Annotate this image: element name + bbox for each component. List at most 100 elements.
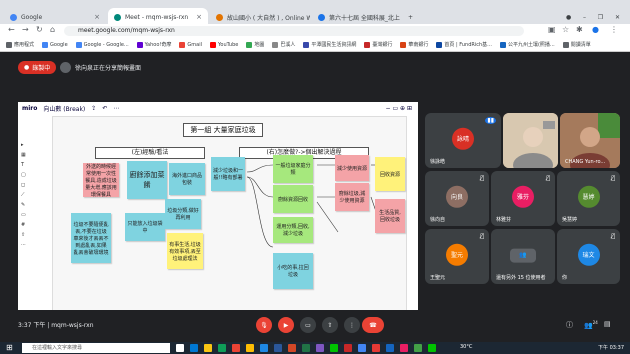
forward-icon[interactable]: → <box>22 25 29 34</box>
line-icon[interactable] <box>330 344 338 352</box>
windows-start-icon[interactable]: ⊞ <box>6 343 13 352</box>
pen-icon[interactable]: ✎ <box>21 202 29 208</box>
close-window-icon[interactable]: ✕ <box>615 14 620 21</box>
extension-icon[interactable]: ✱ <box>576 25 583 34</box>
participant-tile[interactable]: 詠晴 ▮▮ 徐詠皓 <box>425 113 501 168</box>
sticky-note[interactable]: 減少垃圾和一般!!略有部署 <box>211 157 245 191</box>
sticky-note[interactable]: 廚餘資源回收 <box>273 185 313 213</box>
app-icon[interactable] <box>344 344 352 352</box>
leave-call-button[interactable]: ☎ <box>362 317 384 333</box>
zoom-controls[interactable]: − ▭ ⊕ ⊞ <box>386 105 412 112</box>
participant-video[interactable]: CHANG Yun-ro... <box>560 113 620 168</box>
undo-icon[interactable]: ↶ <box>102 105 107 112</box>
url-field[interactable]: meet.google.com/mqm-wsjs-rxn <box>64 26 524 36</box>
clock[interactable]: 下午 03:37 <box>598 344 624 351</box>
bookmark-item[interactable]: 公平九州土壤(照播... <box>499 41 555 48</box>
minimize-icon[interactable]: – <box>583 14 586 21</box>
bookmark-item[interactable]: 臺灣銀行 <box>364 41 392 48</box>
people-icon[interactable]: 👥24 <box>584 320 598 329</box>
app-icon[interactable] <box>372 344 380 352</box>
upload-icon[interactable]: ⇪ <box>91 105 96 112</box>
app-icon[interactable] <box>232 344 240 352</box>
more-options-button[interactable]: ⋮ <box>344 317 360 333</box>
more-icon[interactable]: ⋯ <box>21 242 29 248</box>
participant-tile[interactable]: 向良 🎙̸ 徐向自 <box>425 171 489 226</box>
bookmark-item[interactable]: Yahoo!奇摩 <box>136 41 171 48</box>
sticky-note[interactable]: 運用分類,回收,減少垃圾 <box>273 217 313 243</box>
close-icon[interactable]: × <box>94 13 100 21</box>
participant-tile[interactable]: 雅芬 🎙̸ 林雅芬 <box>491 171 555 226</box>
more-participants-tile[interactable]: 👥 還有另外 15 位使用者 <box>491 229 555 284</box>
task-view-icon[interactable] <box>176 344 184 352</box>
app-icon[interactable] <box>386 344 394 352</box>
bookmark-item[interactable]: 平潭國民生活資訊網 <box>303 41 356 48</box>
app-icon[interactable] <box>218 344 226 352</box>
home-icon[interactable]: ⌂ <box>50 25 55 34</box>
taskbar-search[interactable]: 在這裡輸入文字來搜尋 <box>22 343 170 353</box>
board-name[interactable]: 向山數 (Break) <box>43 104 85 113</box>
present-button[interactable]: ⇧ <box>322 317 338 333</box>
sticky-note[interactable]: 垃圾分類,做好再利用 <box>165 199 201 229</box>
chrome-icon[interactable] <box>358 344 366 352</box>
bookmark-item[interactable]: Google <box>42 41 68 48</box>
sticky-note[interactable]: 小吃的事,拉回垃圾 <box>273 253 313 289</box>
restore-icon[interactable]: ❐ <box>598 14 603 21</box>
participant-video[interactable] <box>503 113 558 168</box>
explorer-icon[interactable] <box>204 344 212 352</box>
close-icon[interactable]: × <box>196 13 202 21</box>
info-icon[interactable]: ⓘ <box>566 320 573 330</box>
weather[interactable]: 30°C <box>460 344 472 350</box>
line-icon[interactable] <box>428 344 436 352</box>
board-title[interactable]: 第一組 大量家庭垃圾 <box>183 123 263 137</box>
select-icon[interactable]: ▸ <box>21 142 29 148</box>
more-icon[interactable]: ⋯ <box>113 105 119 112</box>
avatar[interactable]: ● <box>592 25 599 34</box>
sticky-note[interactable]: 海外進口商品包裝 <box>169 163 205 195</box>
bookmark-item[interactable]: 地圖 <box>246 41 264 48</box>
bookmark-item[interactable]: 華南銀行 <box>400 41 428 48</box>
upload-icon[interactable]: ⇧ <box>21 232 29 238</box>
sticky-note[interactable]: 生活品質,回收垃圾 <box>375 199 405 233</box>
menu-icon[interactable]: ⋮ <box>610 25 618 34</box>
bookmark-item[interactable]: YouTube <box>210 41 238 48</box>
sticky-note[interactable]: 垃圾不要隨便亂丟,不要在垃圾車來後才丟丟不到處亂丟,如果亂丟會破壞環境 <box>71 213 111 263</box>
bookmark-item[interactable]: 首頁 | FundRich基... <box>436 41 492 48</box>
chrome-icon[interactable] <box>246 344 254 352</box>
grid-icon[interactable]: ▦ <box>21 152 29 158</box>
app-icon[interactable] <box>400 344 408 352</box>
sticky-note[interactable]: 回收資源 <box>375 157 405 191</box>
reload-icon[interactable]: ↻ <box>36 25 43 34</box>
shape-icon[interactable]: ◻ <box>21 182 29 188</box>
bookmark-item[interactable]: 巴溪人 <box>272 41 295 48</box>
star-icon[interactable]: ☆ <box>562 25 569 34</box>
sticky-note[interactable]: 外送的時候經常使用一次性餐具,造成垃圾量大增,應該用環保餐具 <box>83 163 119 198</box>
camera-toggle-button[interactable]: ▶ <box>278 317 294 333</box>
bookmark-item[interactable]: 應用程式 <box>6 41 34 48</box>
excel-icon[interactable] <box>302 344 310 352</box>
mic-toggle-button[interactable]: 🎙 <box>256 317 272 333</box>
sticky-icon[interactable]: ▢ <box>21 172 29 178</box>
edge-icon[interactable] <box>190 344 198 352</box>
recording-badge[interactable]: ● 錄製中 <box>18 61 57 74</box>
bookmark-item[interactable]: 閱讀清單 <box>562 41 591 48</box>
sticky-note[interactable]: 一般垃圾家庭分類 <box>273 155 313 183</box>
app-icon[interactable] <box>414 344 422 352</box>
powerpoint-icon[interactable] <box>288 344 296 352</box>
chat-icon[interactable]: ▤ <box>604 320 611 328</box>
camera-icon[interactable]: ▣ <box>548 25 556 34</box>
captions-button[interactable]: ▭ <box>300 317 316 333</box>
sticky-note[interactable]: 只能放入垃圾袋中 <box>125 213 165 241</box>
participant-tile[interactable]: 聖元 🎙̸ 王聖元 <box>425 229 489 284</box>
text-icon[interactable]: T <box>21 162 29 168</box>
app-icon[interactable] <box>260 344 268 352</box>
frame-icon[interactable]: # <box>21 222 29 228</box>
profile-icon[interactable]: ● <box>566 14 571 21</box>
left-column-header[interactable]: (左)經驗/看法 <box>95 147 205 159</box>
sticky-note[interactable]: 有事生活,垃圾有效事項,丟至垃圾處理法 <box>167 233 203 269</box>
back-icon[interactable]: ← <box>8 25 15 34</box>
sticky-note[interactable]: 減少使用資源 <box>335 155 369 181</box>
sticky-note[interactable]: 廚餘垃圾,減少使用資源 <box>335 183 369 211</box>
self-tile[interactable]: 瑞文 🎙̸ 你 <box>557 229 620 284</box>
comment-icon[interactable]: ▭ <box>21 212 29 218</box>
sticky-note[interactable]: 廚餘添加菜餚 <box>127 161 167 199</box>
